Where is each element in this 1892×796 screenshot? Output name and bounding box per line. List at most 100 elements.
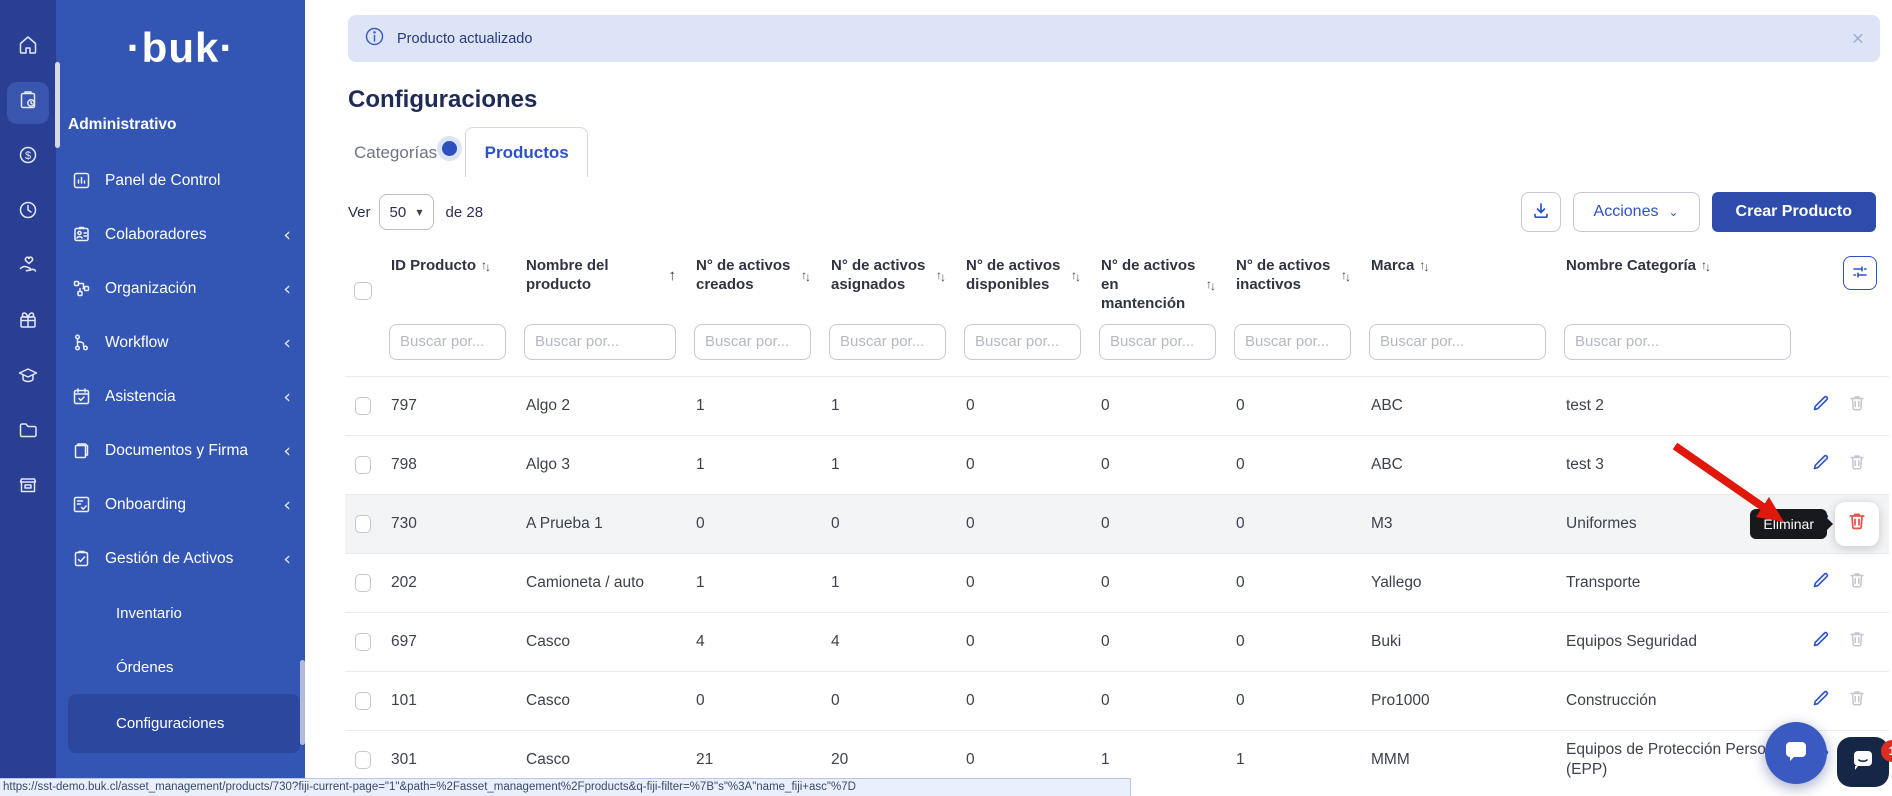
column-settings-button[interactable]: [1843, 256, 1877, 290]
sidebar-item-onboarding[interactable]: Onboarding‹: [56, 478, 305, 532]
column-header-categoria[interactable]: Nombre Categoría↑↓: [1556, 256, 1801, 275]
chevron-left-icon: ‹: [283, 442, 291, 461]
row-checkbox[interactable]: [355, 692, 371, 710]
filter-input-categoria[interactable]: [1564, 324, 1791, 360]
rail-item-tiempo[interactable]: [0, 185, 56, 240]
sort-icon[interactable]: ↑↓: [1071, 268, 1081, 283]
sidebar-item-workflow[interactable]: Workflow‹: [56, 316, 305, 370]
delete-icon[interactable]: [1848, 453, 1866, 476]
rail-item-home[interactable]: [0, 20, 56, 75]
sort-icon[interactable]: ↑↓: [801, 268, 811, 283]
row-checkbox[interactable]: [355, 633, 371, 651]
storefront-icon: [17, 474, 39, 501]
sidebar-item-badge[interactable]: Colaboradores‹: [56, 208, 305, 262]
rail-item-asset-management[interactable]: [0, 75, 56, 130]
chevron-down-icon: ▾: [416, 205, 422, 219]
crear-producto-button[interactable]: Crear Producto: [1712, 192, 1876, 232]
rail-item-marketplace[interactable]: [0, 460, 56, 515]
table-row: 797Algo 211000ABCtest 2: [345, 376, 1889, 435]
filter-input-inactivos[interactable]: [1234, 324, 1351, 360]
filter-input-creados[interactable]: [694, 324, 811, 360]
cell-disponibles: 0: [956, 573, 1091, 592]
sidebar-item-docs[interactable]: Documentos y Firma‹: [56, 424, 305, 478]
column-header-disponibles[interactable]: N° de activos disponibles↑↓: [956, 256, 1091, 294]
cell-categoria: Construcción: [1556, 691, 1801, 710]
edit-icon[interactable]: [1811, 630, 1830, 654]
delete-icon[interactable]: [1848, 689, 1866, 712]
row-checkbox[interactable]: [355, 456, 371, 474]
sort-icon[interactable]: ↑↓: [1419, 258, 1429, 273]
chevron-left-icon: ‹: [283, 496, 291, 515]
cell-asignados: 0: [821, 691, 956, 710]
sidebar-subitem-configuraciones[interactable]: Configuraciones: [68, 694, 300, 753]
page-size-value: 50: [390, 204, 407, 221]
column-label: Nombre del producto: [526, 256, 664, 294]
rail-item-bienestar[interactable]: [0, 295, 56, 350]
tab-productos-label: Productos: [485, 143, 569, 163]
column-header-creados[interactable]: N° de activos creados↑↓: [686, 256, 821, 294]
sort-icon[interactable]: ↑↓: [936, 268, 946, 283]
sort-icon[interactable]: ↑↓: [1206, 277, 1216, 292]
sort-icon[interactable]: ↑↓: [1701, 258, 1711, 273]
cell-marca: Pro1000: [1361, 691, 1556, 710]
cell-marca: ABC: [1361, 396, 1556, 415]
tab-productos[interactable]: Productos: [465, 127, 588, 177]
sort-icon[interactable]: ↑↓: [481, 258, 491, 273]
rail-item-remuneraciones[interactable]: $: [0, 130, 56, 185]
cell-inactivos: 1: [1226, 750, 1361, 769]
edit-icon[interactable]: [1811, 453, 1830, 477]
rail-item-desarrollo[interactable]: [0, 350, 56, 405]
sidebar-subitem-inventario[interactable]: Inventario: [68, 586, 305, 640]
column-header-asignados[interactable]: N° de activos asignados↑↓: [821, 256, 956, 294]
close-icon[interactable]: ×: [1852, 28, 1864, 49]
column-header-nombre[interactable]: Nombre del producto ↑: [516, 256, 686, 294]
rail-scrollbar[interactable]: [55, 62, 60, 148]
cell-disponibles: 0: [956, 750, 1091, 769]
column-header-id[interactable]: ID Producto↑↓: [381, 256, 516, 275]
sort-icon[interactable]: ↑↓: [1341, 268, 1351, 283]
filter-input-asignados[interactable]: [829, 324, 946, 360]
sidebar-item-orgchart[interactable]: Organización‹: [56, 262, 305, 316]
acciones-button[interactable]: Acciones ⌄: [1573, 192, 1700, 232]
filter-input-id[interactable]: [389, 324, 506, 360]
sidebar-subitem-ordenes[interactable]: Órdenes: [68, 640, 305, 694]
column-header-mantencion[interactable]: N° de activos en mantención↑↓: [1091, 256, 1226, 314]
edit-icon[interactable]: [1811, 394, 1830, 418]
column-header-marca[interactable]: Marca ↑↓: [1361, 256, 1556, 275]
filter-input-marca[interactable]: [1369, 324, 1546, 360]
chat-launcher-button[interactable]: [1765, 722, 1827, 784]
sort-icon[interactable]: ↑: [669, 266, 677, 285]
sidebar-item-clipboard[interactable]: Gestión de Activos‹: [56, 532, 305, 586]
table-row: 697Casco44000BukiEquipos Seguridad: [345, 612, 1889, 671]
cell-id: 798: [381, 455, 516, 474]
sidebar-item-label: Gestión de Activos: [105, 550, 233, 568]
table-row: 101Casco00000Pro1000Construcción: [345, 671, 1889, 730]
page-size-select[interactable]: 50 ▾: [379, 194, 434, 230]
delete-button-hovered[interactable]: [1835, 502, 1879, 546]
select-all-checkbox[interactable]: [354, 282, 372, 300]
download-button[interactable]: [1521, 192, 1561, 232]
menu-scrollbar[interactable]: [300, 660, 305, 745]
delete-icon[interactable]: [1848, 394, 1866, 417]
delete-icon[interactable]: [1848, 630, 1866, 653]
tabs-bar: Categorías Productos: [350, 128, 1892, 178]
row-checkbox[interactable]: [355, 397, 371, 415]
help-widget-button[interactable]: [1837, 737, 1889, 787]
delete-icon[interactable]: [1848, 571, 1866, 594]
filter-input-mantencion[interactable]: [1099, 324, 1216, 360]
filter-input-nombre[interactable]: [524, 324, 676, 360]
column-header-inactivos[interactable]: N° de activos inactivos↑↓: [1226, 256, 1361, 294]
row-checkbox[interactable]: [355, 751, 371, 769]
rail-item-archivos[interactable]: [0, 405, 56, 460]
tab-categorias[interactable]: Categorías: [350, 143, 441, 177]
filter-input-disponibles[interactable]: [964, 324, 1081, 360]
sidebar-item-panel[interactable]: Panel de Control: [56, 154, 305, 208]
cell-categoria: test 2: [1556, 396, 1801, 415]
edit-icon[interactable]: [1811, 689, 1830, 713]
row-checkbox[interactable]: [355, 515, 371, 533]
sidebar-item-calendar[interactable]: Asistencia‹: [56, 370, 305, 424]
rail-item-beneficios[interactable]: [0, 240, 56, 295]
edit-icon[interactable]: [1811, 571, 1830, 595]
column-label: Marca: [1371, 256, 1414, 275]
row-checkbox[interactable]: [355, 574, 371, 592]
